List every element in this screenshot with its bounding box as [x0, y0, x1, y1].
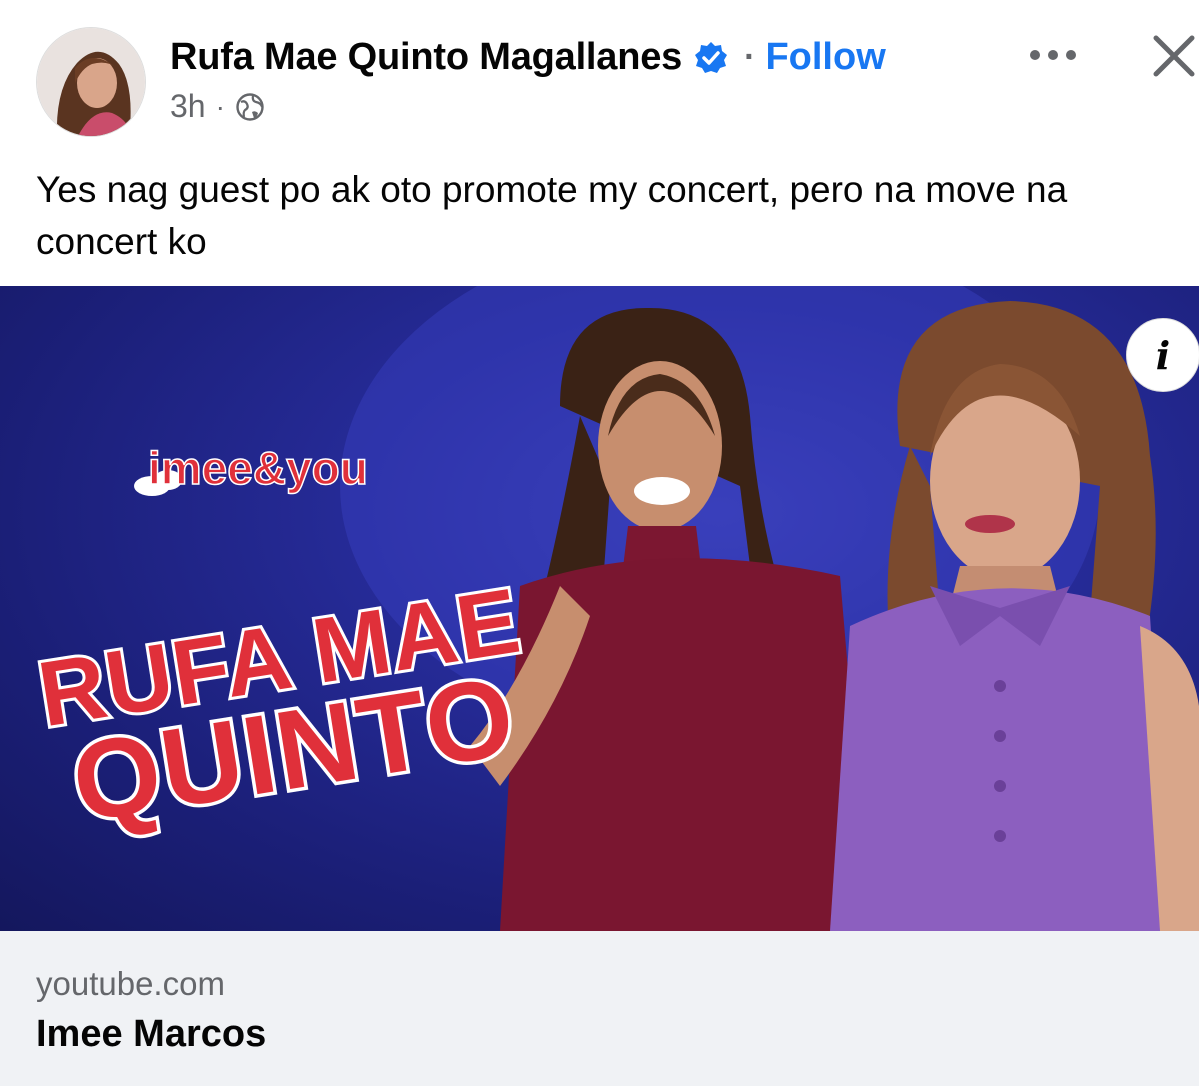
link-thumbnail[interactable]: imee&you RUFA MAE QUINTO [0, 286, 1199, 931]
name-separator: · [744, 38, 756, 76]
author-name[interactable]: Rufa Mae Quinto Magallanes [170, 36, 682, 79]
info-icon[interactable]: i [1126, 318, 1199, 392]
more-options-icon[interactable] [1028, 40, 1078, 70]
follow-button[interactable]: Follow [765, 36, 885, 79]
author-name-row: Rufa Mae Quinto Magallanes · Follow [170, 36, 886, 79]
link-title[interactable]: Imee Marcos [36, 1013, 266, 1056]
globe-icon[interactable] [235, 92, 265, 122]
link-domain: youtube.com [36, 965, 225, 1002]
facebook-post: Rufa Mae Quinto Magallanes · Follow 3h · [0, 0, 1199, 1086]
show-logo-text: imee&you [148, 442, 368, 494]
post-caption: Yes nag guest po ak oto promote my conce… [36, 169, 1068, 262]
close-icon[interactable] [1150, 32, 1198, 80]
author-avatar[interactable] [36, 27, 146, 137]
show-logo: imee&you [134, 441, 369, 496]
meta-separator: · [215, 90, 225, 122]
thumbnail-artwork: imee&you RUFA MAE QUINTO [29, 286, 1199, 931]
post-timestamp[interactable]: 3h [170, 88, 206, 125]
headline: RUFA MAE QUINTO [29, 567, 530, 850]
link-preview-footer[interactable]: youtube.com Imee Marcos [0, 931, 1199, 1086]
verified-badge-icon [695, 41, 728, 73]
post-meta: 3h · [170, 88, 265, 125]
post-header: Rufa Mae Quinto Magallanes · Follow 3h · [0, 0, 1199, 160]
avatar-image [37, 28, 145, 136]
